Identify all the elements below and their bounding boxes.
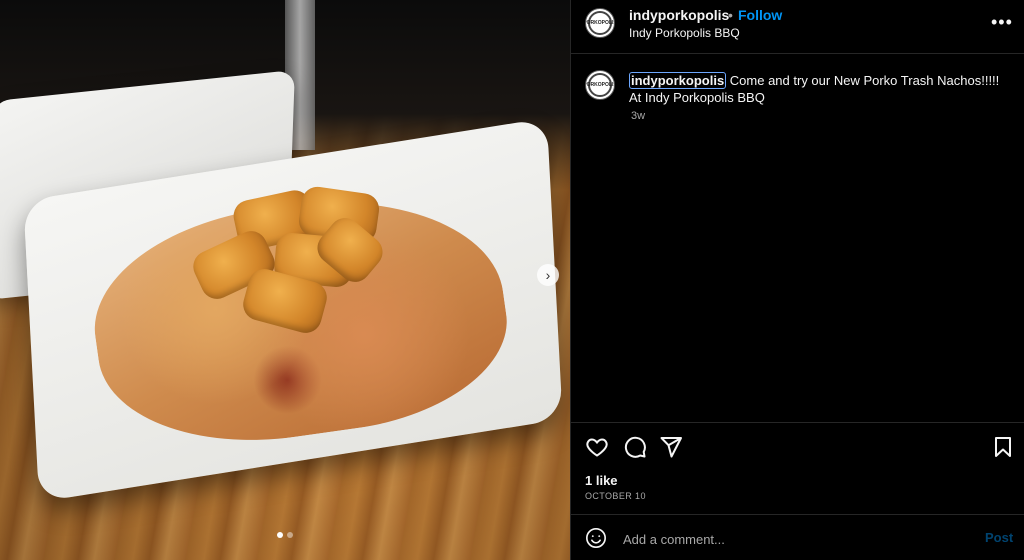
- carousel-indicator: [0, 532, 570, 538]
- avatar-logo: PORKOPOLIS: [586, 11, 614, 35]
- bookmark-icon[interactable]: [991, 435, 1015, 459]
- more-options-icon[interactable]: •••: [991, 12, 1013, 33]
- post-comment-button[interactable]: Post: [985, 530, 1013, 545]
- follow-button[interactable]: Follow: [738, 7, 782, 23]
- heart-icon[interactable]: [585, 435, 609, 459]
- caption-timestamp[interactable]: 3w: [631, 110, 645, 122]
- comment-bar: Post: [571, 514, 1024, 560]
- post-info-panel: PORKOPOLIS indyporkopolis • Follow Indy …: [570, 0, 1024, 560]
- carousel-dot-active: [277, 532, 283, 538]
- location-link[interactable]: Indy Porkopolis BBQ: [629, 26, 740, 40]
- post-media[interactable]: ›: [0, 0, 570, 560]
- caption-username[interactable]: indyporkopolis: [629, 72, 727, 89]
- share-icon[interactable]: [659, 435, 683, 459]
- header-username[interactable]: indyporkopolis: [629, 7, 729, 23]
- comment-input[interactable]: [621, 527, 965, 551]
- instagram-post: › PORKOPOLIS indyporkopolis • Follow Ind…: [0, 0, 1024, 560]
- action-bar: [571, 422, 1024, 468]
- header-separator: •: [728, 7, 733, 23]
- next-slide-button[interactable]: ›: [537, 264, 559, 286]
- post-date: OCTOBER 10: [585, 491, 646, 501]
- carousel-dot: [287, 532, 293, 538]
- avatar[interactable]: PORKOPOLIS: [585, 8, 615, 38]
- caption-avatar[interactable]: PORKOPOLIS: [585, 70, 615, 100]
- caption-text: indyporkopolis Come and try our New Pork…: [629, 72, 1013, 106]
- comment-icon[interactable]: [623, 435, 647, 459]
- likes-count[interactable]: 1 like: [585, 473, 618, 488]
- emoji-icon[interactable]: [585, 527, 607, 549]
- avatar-logo: PORKOPOLIS: [586, 73, 614, 97]
- post-header: PORKOPOLIS indyporkopolis • Follow Indy …: [571, 0, 1024, 54]
